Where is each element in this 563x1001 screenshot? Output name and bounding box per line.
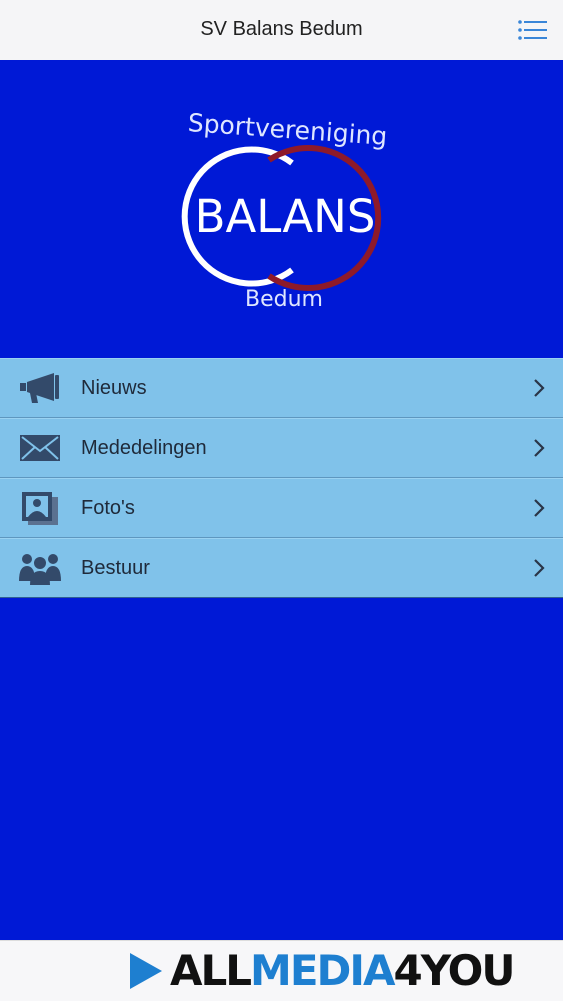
logo-main-text: BALANS <box>195 190 376 243</box>
menu-label-fotos: Foto's <box>81 497 135 519</box>
chevron-right-icon <box>534 499 545 517</box>
brand-text-all: ALL <box>170 946 252 995</box>
chevron-right-icon <box>534 439 545 457</box>
brand-text-media: MEDIA <box>250 946 395 995</box>
club-logo: Sportvereniging BALANS Bedum <box>181 108 388 312</box>
photos-icon <box>22 492 58 525</box>
menu-item-fotos[interactable]: Foto's <box>0 478 563 538</box>
brand-text-4you: 4YOU <box>393 946 516 995</box>
megaphone-icon <box>20 373 59 403</box>
app-title: SV Balans Bedum <box>200 18 363 40</box>
hamburger-menu-icon[interactable] <box>517 18 549 42</box>
menu-item-nieuws[interactable]: Nieuws <box>0 358 563 418</box>
menu-label-nieuws: Nieuws <box>81 377 147 399</box>
chevron-right-icon <box>534 559 545 577</box>
envelope-icon <box>20 435 60 461</box>
menu-item-bestuur[interactable]: Bestuur <box>0 538 563 598</box>
menu-label-mededelingen: Mededelingen <box>81 437 207 459</box>
chevron-right-icon <box>534 379 545 397</box>
logo-bottom-text: Bedum <box>245 287 323 312</box>
top-bar: SV Balans Bedum <box>0 0 563 61</box>
main-menu: Nieuws Mededelingen Foto's Bestuur <box>0 358 563 598</box>
menu-label-bestuur: Bestuur <box>81 557 150 579</box>
logo-top-text: Sportvereniging <box>187 108 388 151</box>
hero-banner: Sportvereniging BALANS Bedum <box>0 60 563 358</box>
people-icon <box>19 554 61 585</box>
play-icon <box>130 953 162 989</box>
menu-item-mededelingen[interactable]: Mededelingen <box>0 418 563 478</box>
allmedia4you-logo[interactable]: ALL MEDIA 4YOU <box>128 946 516 995</box>
footer-banner[interactable]: ALL MEDIA 4YOU <box>0 940 563 1001</box>
